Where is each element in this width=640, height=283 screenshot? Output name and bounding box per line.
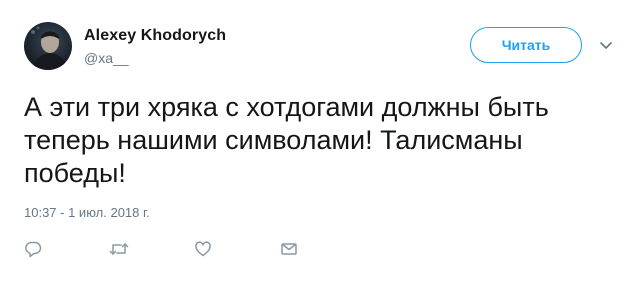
retweet-icon bbox=[109, 243, 129, 255]
avatar-photo-icon bbox=[31, 26, 68, 70]
retweet-button[interactable] bbox=[108, 238, 130, 260]
direct-message-icon bbox=[281, 243, 297, 255]
reply-icon bbox=[25, 241, 42, 258]
reply-button[interactable] bbox=[22, 238, 44, 260]
more-options-button[interactable] bbox=[598, 38, 614, 54]
tweet-timestamp[interactable]: 10:37 - 1 июл. 2018 г. bbox=[24, 205, 150, 220]
direct-message-button[interactable] bbox=[278, 238, 300, 260]
avatar[interactable] bbox=[24, 22, 72, 70]
follow-button[interactable]: Читать bbox=[470, 27, 582, 63]
tweet-text: А эти три хряка с хотдогами должны быть … bbox=[24, 92, 549, 188]
like-icon bbox=[195, 241, 211, 257]
like-button[interactable] bbox=[192, 238, 214, 260]
chevron-down-icon bbox=[600, 42, 612, 49]
tweet-card: Alexey Khodorych @xa__ Читать А эти три … bbox=[0, 0, 640, 283]
author-name[interactable]: Alexey Khodorych bbox=[84, 27, 226, 45]
author-handle[interactable]: @xa__ bbox=[84, 50, 129, 66]
